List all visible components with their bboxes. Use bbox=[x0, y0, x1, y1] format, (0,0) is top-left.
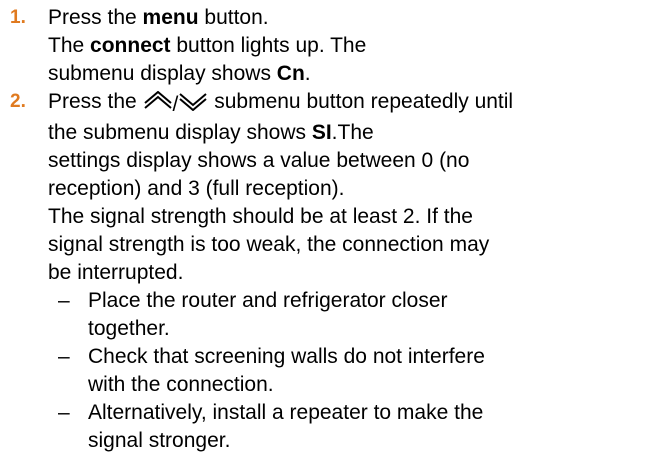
list-item: – Place the router and refrigerator clos… bbox=[48, 287, 640, 343]
step-2-line-3: settings display shows a value between 0… bbox=[48, 149, 470, 172]
step-2-para-2-line-2: signal strength is too weak, the connect… bbox=[48, 233, 490, 256]
tips-list: – Place the router and refrigerator clos… bbox=[48, 287, 640, 455]
step-2: 2. Press the / submenu button repeatedly… bbox=[10, 88, 640, 455]
step-2-line-4: reception) and 3 (full reception). bbox=[48, 177, 345, 200]
step-1-line-3: submenu display shows Cn. bbox=[48, 60, 640, 88]
list-item: – Check that screening walls do not inte… bbox=[48, 343, 640, 399]
dash-bullet: – bbox=[58, 345, 70, 368]
step-number-1: 1. bbox=[10, 7, 26, 28]
list-item-line-2: together. bbox=[88, 317, 170, 340]
text-fragment: submenu display shows bbox=[48, 62, 277, 85]
text-fragment: submenu button repeatedly until bbox=[208, 90, 514, 113]
step-2-line-2: the submenu display shows SI.The bbox=[48, 119, 640, 147]
text-fragment: . bbox=[304, 62, 311, 85]
step-1: 1. Press the menu button. The connect bu… bbox=[10, 4, 640, 88]
list-item-line-1: Check that screening walls do not interf… bbox=[88, 345, 485, 368]
text-fragment: the submenu display shows bbox=[48, 121, 312, 144]
text-fragment: .The bbox=[331, 121, 374, 144]
step-2-para-2-line-1: The signal strength should be at least 2… bbox=[48, 205, 473, 228]
step-number-2: 2. bbox=[10, 91, 26, 112]
menu-button-label: menu bbox=[142, 6, 199, 29]
instruction-steps: 1. Press the menu button. The connect bu… bbox=[10, 4, 640, 455]
list-item: – Alternatively, install a repeater to m… bbox=[48, 399, 640, 455]
text-fragment: Press the bbox=[48, 90, 143, 113]
dash-bullet: – bbox=[58, 401, 70, 424]
list-item-line-1: Place the router and refrigerator closer bbox=[88, 289, 448, 312]
list-item-line-2: with the connection. bbox=[88, 373, 274, 396]
dash-bullet: – bbox=[58, 289, 70, 312]
step-1-line-1: Press the menu button. bbox=[48, 4, 640, 32]
step-2-line-1: Press the / submenu button repeatedly un… bbox=[48, 88, 640, 119]
list-item-line-1: Alternatively, install a repeater to mak… bbox=[88, 401, 484, 424]
text-fragment: button. bbox=[198, 6, 269, 29]
list-item-line-2: signal stronger. bbox=[88, 429, 231, 452]
double-chevron-down-icon bbox=[179, 93, 208, 112]
step-1-line-2: The connect button lights up. The bbox=[48, 32, 640, 60]
submenu-arrows: / bbox=[143, 90, 209, 119]
step-2-para-2-line-3: be interrupted. bbox=[48, 261, 184, 284]
double-chevron-up-icon bbox=[143, 90, 172, 109]
display-code-cn: Cn bbox=[276, 62, 305, 85]
text-fragment: Press the bbox=[48, 6, 143, 29]
display-code-si: SI bbox=[311, 121, 332, 144]
text-fragment: button lights up. The bbox=[170, 34, 367, 57]
text-fragment: The bbox=[48, 34, 91, 57]
connect-button-label: connect bbox=[90, 34, 171, 57]
